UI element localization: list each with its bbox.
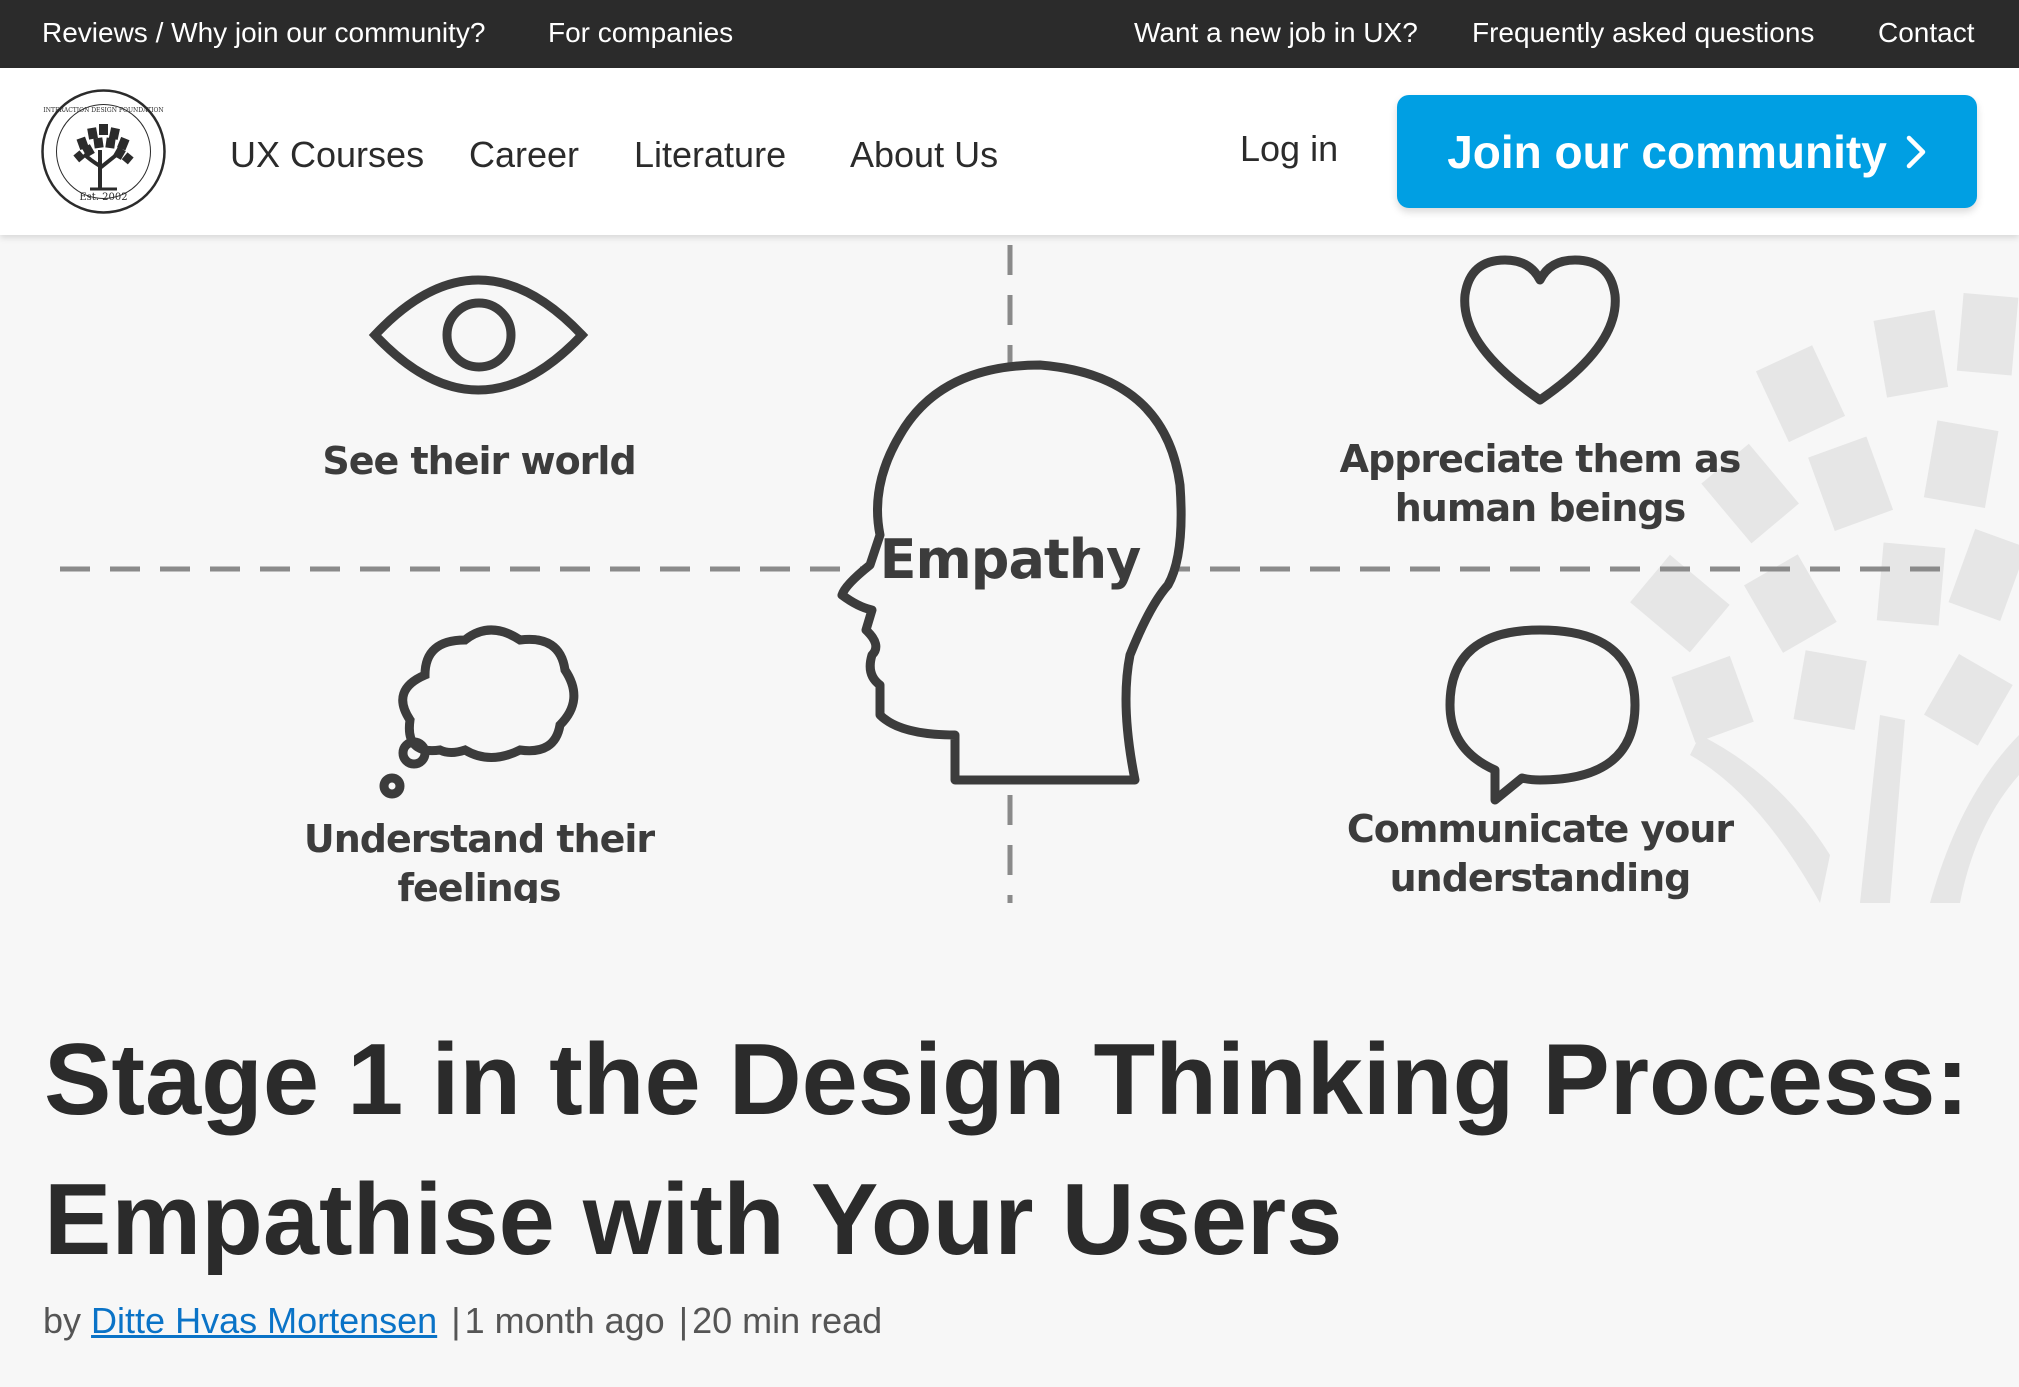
for-companies-link[interactable]: For companies xyxy=(548,17,733,49)
communicate-label: Communicate your understanding xyxy=(1346,805,1734,903)
new-job-link[interactable]: Want a new job in UX? xyxy=(1134,17,1418,49)
logo-name-text: INTERACTION DESIGN FOUNDATION xyxy=(43,107,163,114)
nav-about-us[interactable]: About Us xyxy=(850,134,998,176)
join-button-label: Join our community xyxy=(1447,125,1887,178)
site-logo[interactable]: Est. 2002 INTERACTION DESIGN FOUNDATION xyxy=(40,88,167,215)
article-title: Stage 1 in the Design Thinking Process: … xyxy=(44,1010,1984,1290)
understand-line2: feelings xyxy=(397,866,561,903)
understand-label: Understand their feelings xyxy=(303,815,655,903)
top-utility-bar: Reviews / Why join our community? For co… xyxy=(0,0,2019,68)
appreciate-line2: human beings xyxy=(1394,486,1686,530)
read-time: 20 min read xyxy=(692,1300,883,1341)
heart-icon xyxy=(1460,255,1620,405)
thought-cloud-icon xyxy=(379,625,579,799)
author-link[interactable]: Ditte Hvas Mortensen xyxy=(91,1300,437,1341)
byline-separator: | xyxy=(451,1300,461,1341)
publish-time: 1 month ago xyxy=(464,1300,665,1341)
empathy-center-label: Empathy xyxy=(879,528,1142,591)
contact-link[interactable]: Contact xyxy=(1878,17,1975,49)
speech-bubble-icon xyxy=(1445,625,1640,805)
appreciate-line1: Appreciate them as xyxy=(1339,437,1742,481)
understand-line1: Understand their xyxy=(303,817,655,861)
communicate-line1: Communicate your xyxy=(1346,807,1734,851)
see-their-world-label: See their world xyxy=(322,439,636,483)
reviews-link[interactable]: Reviews / Why join our community? xyxy=(42,17,485,49)
chevron-right-icon xyxy=(1906,135,1926,168)
title-line-1: Stage 1 in the Design Thinking Process: xyxy=(44,1024,1970,1136)
title-line-2: Empathise with Your Users xyxy=(44,1164,1343,1276)
join-community-button[interactable]: Join our community xyxy=(1397,95,1977,208)
communicate-line2: understanding xyxy=(1389,856,1692,900)
login-link[interactable]: Log in xyxy=(1240,128,1338,170)
nav-ux-courses[interactable]: UX Courses xyxy=(230,134,424,176)
hero-illustration: Empathy See their world Appreciate them … xyxy=(0,235,2019,903)
byline-by: by xyxy=(43,1300,82,1341)
faq-link[interactable]: Frequently asked questions xyxy=(1472,17,1814,49)
byline-separator: | xyxy=(678,1300,689,1341)
nav-career[interactable]: Career xyxy=(469,134,579,176)
eye-icon xyxy=(368,275,589,395)
nav-literature[interactable]: Literature xyxy=(634,134,786,176)
logo-est-text: Est. 2002 xyxy=(79,192,127,203)
appreciate-label: Appreciate them as human beings xyxy=(1339,435,1742,533)
article-byline: by Ditte Hvas Mortensen | 1 month ago | 20… xyxy=(43,1300,882,1342)
main-nav: Est. 2002 INTERACTION DESIGN FOUNDATION … xyxy=(0,68,2019,235)
tree-logo-icon: Est. 2002 INTERACTION DESIGN FOUNDATION xyxy=(41,89,166,214)
